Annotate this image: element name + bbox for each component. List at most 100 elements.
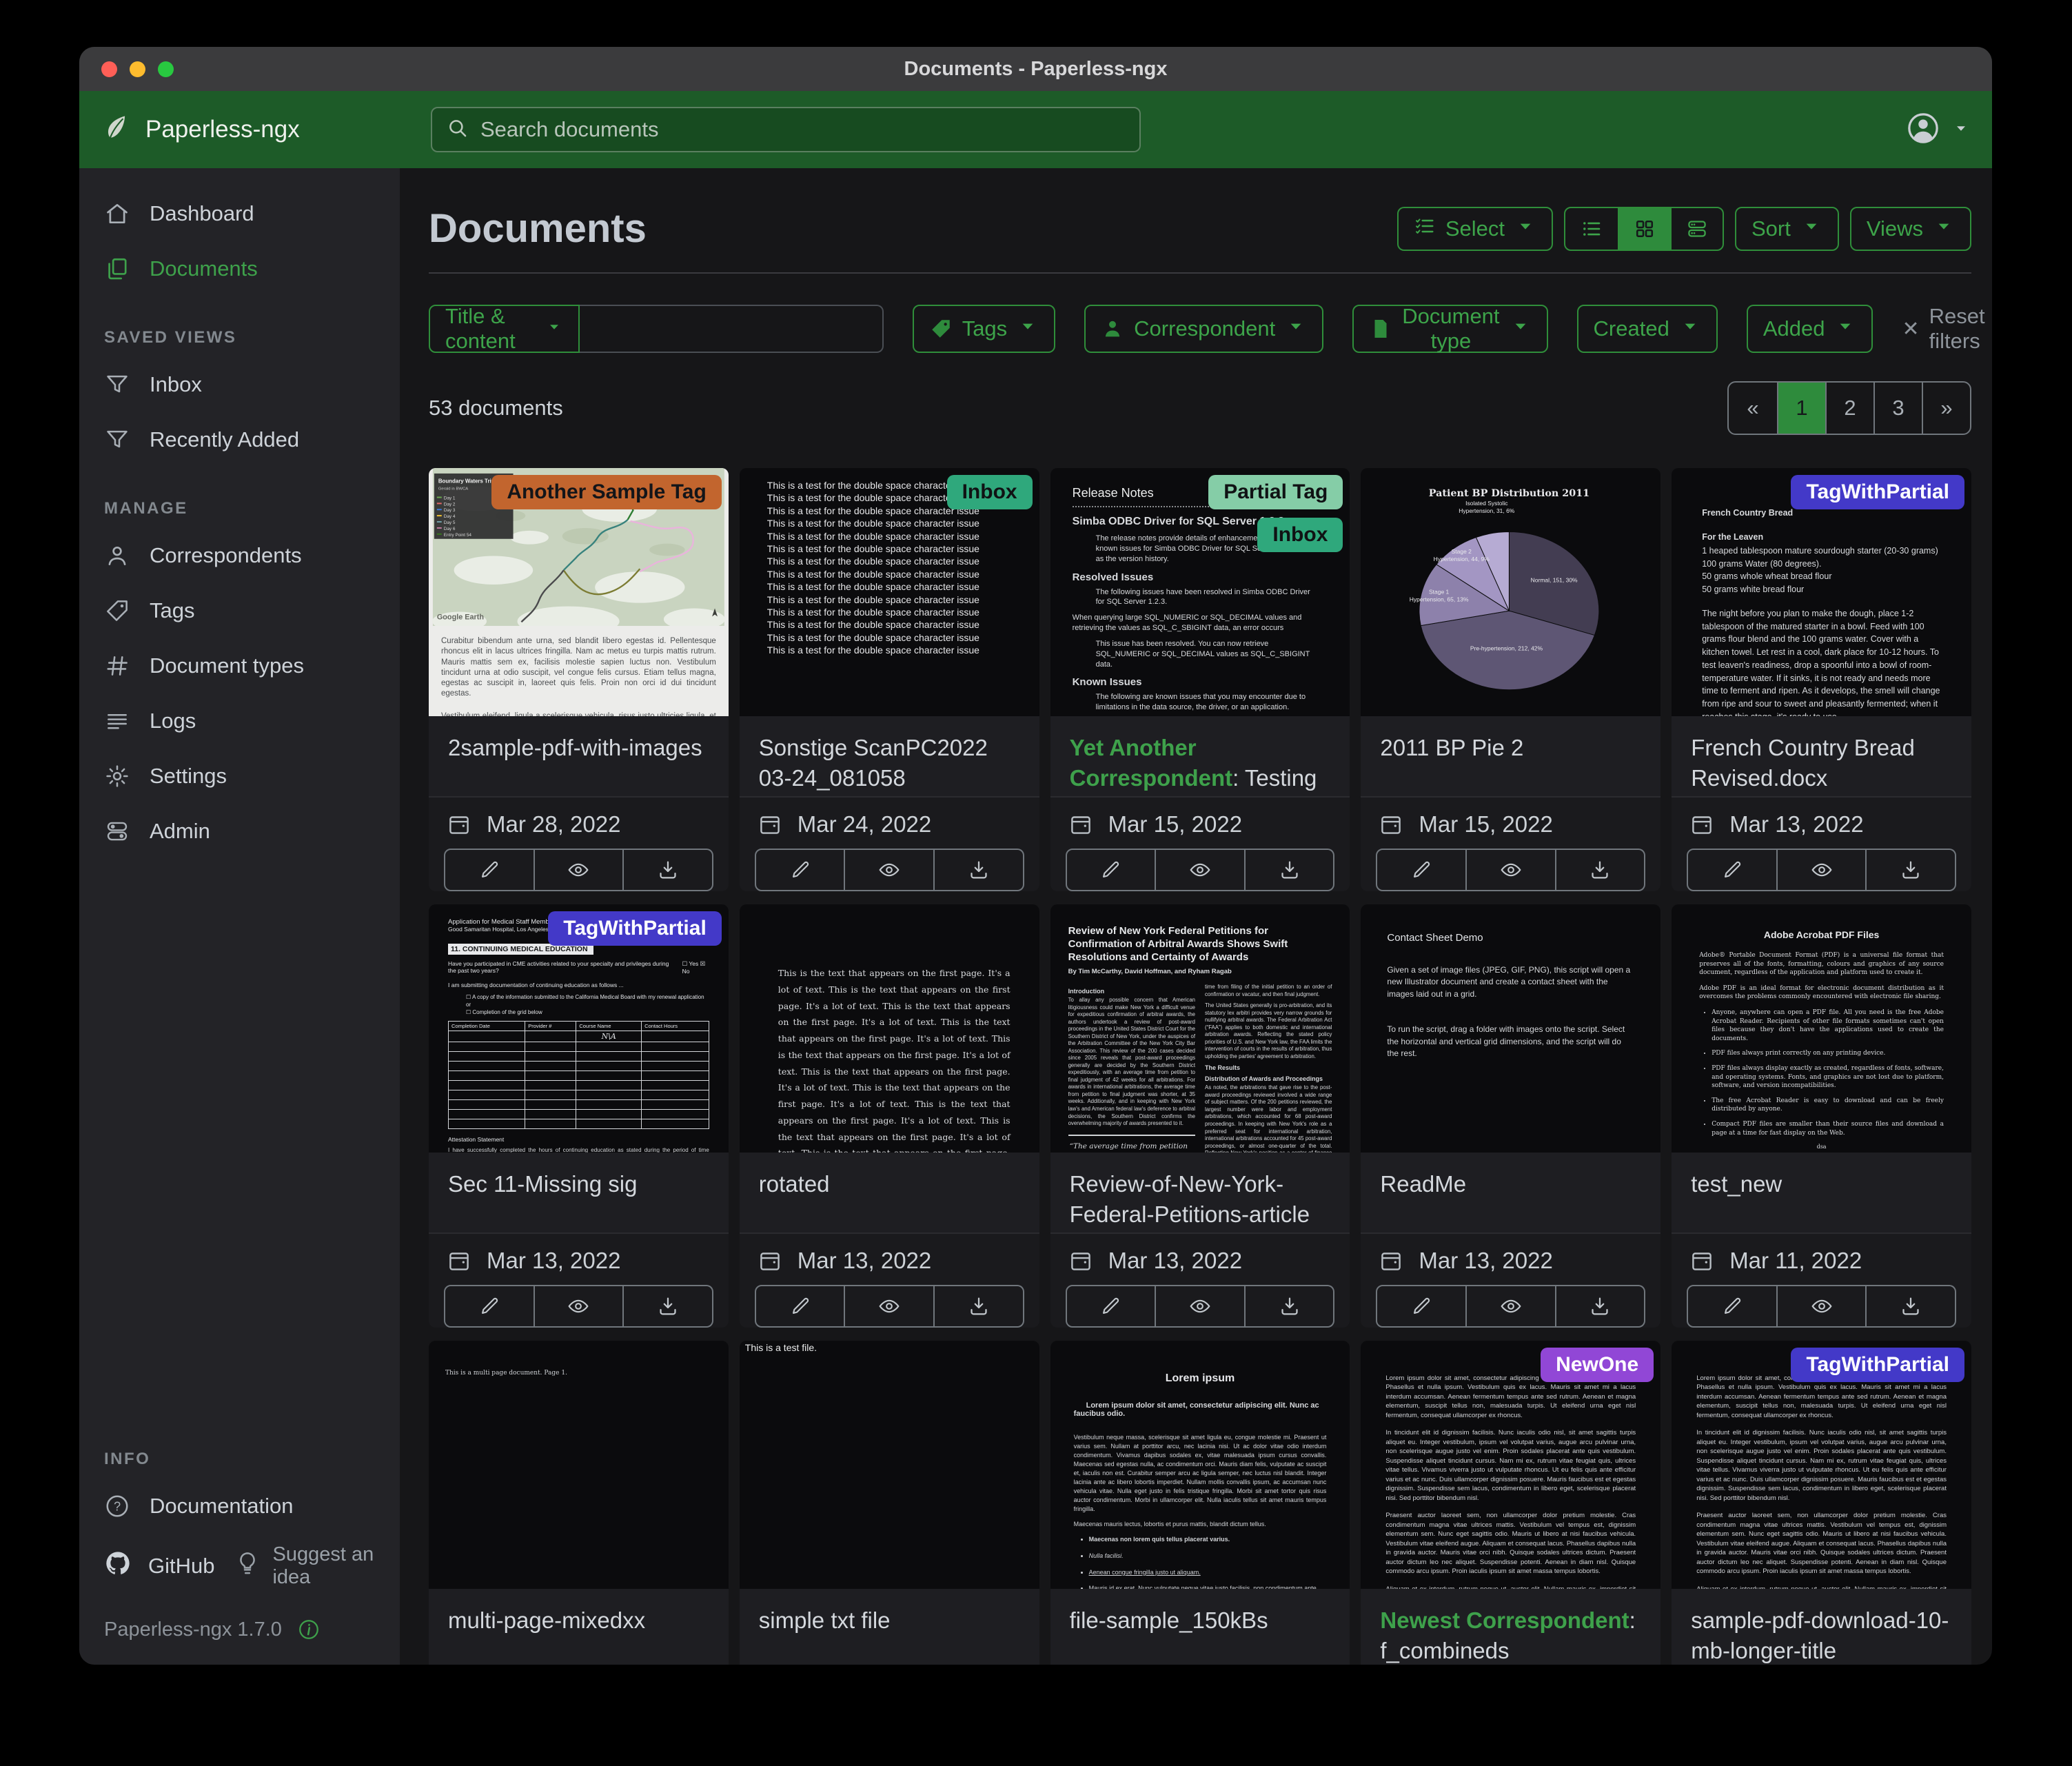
edit-document-button[interactable] — [1376, 1285, 1467, 1328]
correspondent-filter-button[interactable]: Correspondent — [1084, 305, 1323, 353]
info-icon[interactable] — [297, 1618, 321, 1641]
list-view-toggle[interactable] — [1565, 208, 1618, 250]
download-document-button[interactable] — [935, 849, 1024, 891]
document-thumbnail[interactable]: Lorem ipsumLorem ipsum dolor sit amet, c… — [1050, 1341, 1350, 1589]
download-document-button[interactable] — [935, 1285, 1024, 1328]
minimize-window-button[interactable] — [130, 61, 145, 77]
tag-chip[interactable]: NewOne — [1541, 1348, 1654, 1382]
sidebar-item-documents[interactable]: Documents — [79, 241, 400, 296]
document-title-link[interactable]: Yet Another Correspondent: Testing Email — [1050, 716, 1350, 796]
created-filter-button[interactable]: Created — [1577, 305, 1718, 353]
document-thumbnail[interactable]: This is the text that appears on the fir… — [740, 904, 1039, 1153]
suggest-idea-link[interactable]: Suggest an idea — [234, 1543, 375, 1589]
document-title-link[interactable]: multi-page-mixedxx — [429, 1589, 729, 1665]
sidebar-item-admin[interactable]: Admin — [79, 804, 400, 859]
tag-chip[interactable]: Partial Tag — [1208, 475, 1343, 509]
sidebar-item-correspondents[interactable]: Correspondents — [79, 528, 400, 583]
sidebar-item-logs[interactable]: Logs — [79, 693, 400, 749]
document-title-link[interactable]: 2sample-pdf-with-images — [429, 716, 729, 796]
edit-document-button[interactable] — [755, 1285, 846, 1328]
document-thumbnail[interactable]: This is a test file. — [740, 1341, 1039, 1589]
document-thumbnail[interactable]: Adobe Acrobat PDF FilesAdobe® Portable D… — [1672, 904, 1971, 1153]
download-document-button[interactable] — [1556, 1285, 1646, 1328]
document-thumbnail[interactable]: Lorem ipsum dolor sit amet, consectetur … — [1672, 1341, 1971, 1589]
document-thumbnail[interactable]: Patient BP Distribution 2011 Normal, 151… — [1361, 468, 1660, 716]
document-thumbnail[interactable]: Application for Medical Staff MembersGoo… — [429, 904, 729, 1153]
view-document-button[interactable] — [845, 1285, 935, 1328]
document-thumbnail[interactable]: This is a test for the double space char… — [740, 468, 1039, 716]
document-thumbnail[interactable]: Review of New York Federal Petitions for… — [1050, 904, 1350, 1153]
view-document-button[interactable] — [535, 849, 624, 891]
edit-document-button[interactable] — [1687, 1285, 1778, 1328]
download-document-button[interactable] — [624, 849, 713, 891]
view-document-button[interactable] — [1156, 849, 1246, 891]
document-thumbnail[interactable]: Boundary Waters Trip Gerald in BWCA Day … — [429, 468, 729, 716]
document-thumbnail[interactable]: Lorem ipsum dolor sit amet, consectetur … — [1361, 1341, 1660, 1589]
download-document-button[interactable] — [1867, 1285, 1956, 1328]
download-document-button[interactable] — [1556, 849, 1646, 891]
view-document-button[interactable] — [845, 849, 935, 891]
view-document-button[interactable] — [1156, 1285, 1246, 1328]
download-document-button[interactable] — [1246, 849, 1335, 891]
sidebar-item-recently-added[interactable]: Recently Added — [79, 412, 400, 467]
pagination-page-1[interactable]: 1 — [1777, 383, 1825, 434]
tag-chip[interactable]: TagWithPartial — [1791, 1348, 1964, 1382]
close-window-button[interactable] — [101, 61, 117, 77]
sidebar-item-tags[interactable]: Tags — [79, 583, 400, 638]
tag-chip[interactable]: Inbox — [947, 475, 1033, 509]
sort-button[interactable]: Sort — [1735, 207, 1839, 251]
tag-chip[interactable]: Inbox — [1257, 518, 1343, 552]
sidebar-item-dashboard[interactable]: Dashboard — [79, 186, 400, 241]
tag-chip[interactable]: TagWithPartial — [1791, 475, 1964, 509]
edit-document-button[interactable] — [1376, 849, 1467, 891]
tags-filter-button[interactable]: Tags — [913, 305, 1055, 353]
document-title-link[interactable]: Newest Correspondent: f_combineds — [1361, 1589, 1660, 1665]
edit-document-button[interactable] — [444, 1285, 535, 1328]
pagination-next[interactable]: » — [1922, 383, 1970, 434]
pagination-page-3[interactable]: 3 — [1873, 383, 1922, 434]
document-thumbnail[interactable]: This is a multi page document. Page 1. — [429, 1341, 729, 1589]
sidebar-item-inbox[interactable]: Inbox — [79, 357, 400, 412]
download-document-button[interactable] — [1867, 849, 1956, 891]
grid-view-toggle[interactable] — [1618, 208, 1670, 250]
document-thumbnail[interactable]: Contact Sheet DemoGiven a set of image f… — [1361, 904, 1660, 1153]
document-thumbnail[interactable]: French Country BreadFor the Leaven1 heap… — [1672, 468, 1971, 716]
document-title-link[interactable]: Review-of-New-York-Federal-Petitions-art… — [1050, 1153, 1350, 1232]
download-document-button[interactable] — [624, 1285, 713, 1328]
document-title-link[interactable]: French Country Bread Revised.docx — [1672, 716, 1971, 796]
view-document-button[interactable] — [1467, 1285, 1556, 1328]
filter-field-dropdown[interactable]: Title & content — [429, 305, 580, 353]
edit-document-button[interactable] — [1687, 849, 1778, 891]
pagination-prev[interactable]: « — [1729, 383, 1777, 434]
sidebar-item-document-types[interactable]: Document types — [79, 638, 400, 693]
download-document-button[interactable] — [1246, 1285, 1335, 1328]
view-document-button[interactable] — [1467, 849, 1556, 891]
sidebar-item-settings[interactable]: Settings — [79, 749, 400, 804]
filter-text-input[interactable] — [580, 305, 884, 353]
document-title-link[interactable]: ReadMe — [1361, 1153, 1660, 1232]
tag-chip[interactable]: Another Sample Tag — [491, 475, 721, 509]
tag-chip[interactable]: TagWithPartial — [548, 911, 722, 946]
detail-view-toggle[interactable] — [1670, 208, 1723, 250]
edit-document-button[interactable] — [1066, 849, 1157, 891]
document-type-filter-button[interactable]: Document type — [1352, 305, 1547, 353]
edit-document-button[interactable] — [755, 849, 846, 891]
edit-document-button[interactable] — [1066, 1285, 1157, 1328]
search-input[interactable] — [480, 117, 1126, 142]
added-filter-button[interactable]: Added — [1747, 305, 1873, 353]
view-document-button[interactable] — [535, 1285, 624, 1328]
reset-filters-button[interactable]: ✕ Reset filters — [1902, 304, 1984, 354]
brand[interactable]: Paperless-ngx — [101, 112, 431, 148]
edit-document-button[interactable] — [444, 849, 535, 891]
sidebar-item-documentation[interactable]: ?Documentation — [79, 1479, 400, 1534]
document-title-link[interactable]: sample-pdf-download-10-mb-longer-title — [1672, 1589, 1971, 1665]
user-menu[interactable] — [1905, 110, 1970, 150]
pagination-page-2[interactable]: 2 — [1825, 383, 1873, 434]
document-title-link[interactable]: test_new — [1672, 1153, 1971, 1232]
select-button[interactable]: Select — [1397, 207, 1553, 251]
document-title-link[interactable]: Sonstige ScanPC2022 03-24_081058 — [740, 716, 1039, 796]
view-document-button[interactable] — [1778, 849, 1867, 891]
document-title-link[interactable]: 2011 BP Pie 2 — [1361, 716, 1660, 796]
zoom-window-button[interactable] — [158, 61, 174, 77]
document-thumbnail[interactable]: Release NotesSimba ODBC Driver for SQL S… — [1050, 468, 1350, 716]
